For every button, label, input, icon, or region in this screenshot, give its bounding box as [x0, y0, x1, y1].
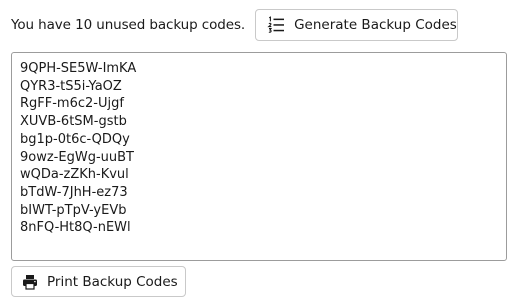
- unused-codes-status: You have 10 unused backup codes.: [11, 17, 246, 33]
- print-row: Print Backup Codes: [11, 266, 186, 297]
- printer-icon: [22, 273, 38, 291]
- backup-code: 9owz-EgWg-uuBT: [20, 149, 134, 165]
- backup-code: wQDa-zZKh-Kvul: [20, 167, 129, 183]
- backup-code: bg1p-0t6c-QDQy: [20, 131, 130, 147]
- backup-code: 9QPH-SE5W-ImKA: [20, 61, 137, 76]
- print-backup-codes-button[interactable]: Print Backup Codes: [11, 266, 186, 297]
- backup-codes-header: You have 10 unused backup codes. Generat…: [11, 8, 459, 42]
- backup-code: bTdW-7JhH-ez73: [20, 184, 128, 200]
- backup-code: XUVB-6tSM-gstb: [20, 114, 127, 130]
- generate-backup-codes-button[interactable]: Generate Backup Codes: [255, 9, 459, 41]
- print-backup-codes-label: Print Backup Codes: [47, 273, 178, 290]
- backup-codes-textarea[interactable]: 9QPH-SE5W-ImKA QYR3-tS5i-YaOZ RgFF-m6c2-…: [11, 52, 507, 261]
- backup-codes-panel: You have 10 unused backup codes. Generat…: [0, 0, 512, 301]
- backup-code: 8nFQ-Ht8Q-nEWl: [20, 220, 131, 236]
- generate-backup-codes-label: Generate Backup Codes: [294, 17, 457, 33]
- backup-code: RgFF-m6c2-Ujgf: [20, 96, 124, 112]
- backup-code: bIWT-pTpV-yEVb: [20, 202, 127, 218]
- numbered-list-icon: [267, 16, 285, 34]
- backup-code: QYR3-tS5i-YaOZ: [20, 78, 122, 94]
